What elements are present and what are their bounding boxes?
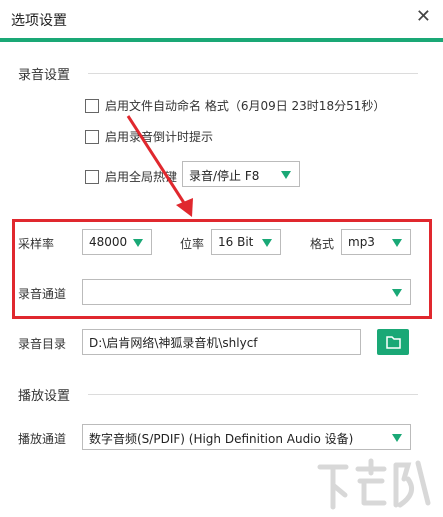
chevron-down-icon (392, 434, 402, 442)
playback-channel-select[interactable]: 数字音频(S/PDIF) (High Definition Audio 设备) (82, 424, 411, 450)
record-dir-field[interactable] (82, 329, 361, 355)
section-divider (88, 394, 418, 395)
record-channel-select[interactable] (82, 279, 411, 305)
playback-channel-label: 播放通道 (18, 432, 67, 446)
chevron-down-icon (392, 289, 402, 297)
bit-depth-label: 位率 (180, 237, 205, 251)
record-dir-input[interactable] (83, 330, 360, 354)
playback-channel-value: 数字音频(S/PDIF) (High Definition Audio 设备) (89, 432, 354, 446)
chevron-down-icon (262, 239, 272, 247)
bit-depth-value: 16 Bit (218, 235, 254, 249)
format-value: mp3 (348, 235, 375, 249)
browse-folder-button[interactable] (377, 329, 409, 355)
folder-icon (386, 336, 401, 349)
sample-rate-value: 48000 (89, 235, 128, 249)
sample-rate-select[interactable]: 48000 (82, 229, 152, 255)
format-select[interactable]: mp3 (341, 229, 411, 255)
chevron-down-icon (392, 239, 402, 247)
playback-section-title: 播放设置 (18, 389, 71, 404)
sample-rate-label: 采样率 (18, 237, 55, 251)
watermark-logo (317, 458, 431, 510)
format-label: 格式 (310, 237, 335, 251)
bit-depth-select[interactable]: 16 Bit (211, 229, 281, 255)
record-dir-label: 录音目录 (18, 337, 67, 351)
record-channel-label: 录音通道 (18, 287, 67, 301)
chevron-down-icon (133, 239, 143, 247)
